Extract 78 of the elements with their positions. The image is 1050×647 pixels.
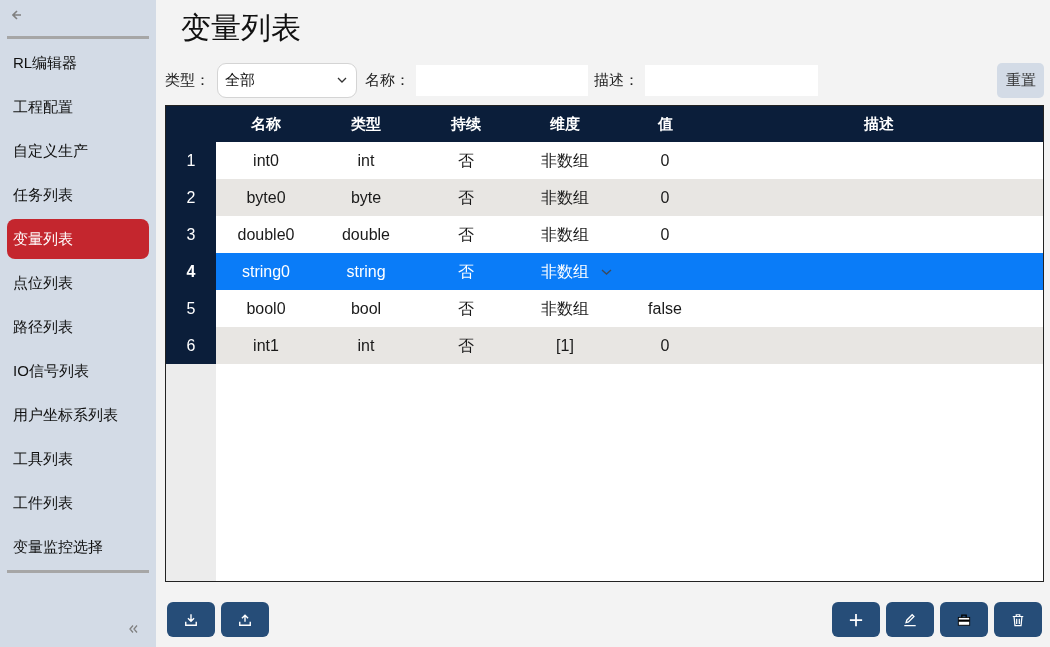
sidebar-item[interactable]: 工件列表 <box>7 483 149 523</box>
sidebar-item[interactable]: 自定义生产 <box>7 131 149 171</box>
collapse-icon[interactable] <box>129 625 138 633</box>
sidebar-item[interactable]: 变量列表 <box>7 219 149 259</box>
upload-icon <box>238 612 252 627</box>
table-cell-text: byte <box>350 187 382 208</box>
filter-label: 类型： <box>165 69 211 90</box>
column-header[interactable]: 值 <box>657 112 673 136</box>
sidebar-item[interactable]: 任务列表 <box>7 175 149 215</box>
import-button[interactable] <box>167 602 215 637</box>
select-value: 全部 <box>225 69 255 90</box>
table-cell-text: 0 <box>660 150 670 171</box>
table-row[interactable]: 2 byte0 byte 否 非数组 0 <box>166 179 1043 216</box>
column-header[interactable]: 类型 <box>351 112 381 136</box>
sidebar-item[interactable]: IO信号列表 <box>7 351 149 391</box>
add-button[interactable] <box>832 602 880 637</box>
sidebar-item[interactable]: RL编辑器 <box>7 43 149 83</box>
table-cell-text: 否 <box>457 187 474 208</box>
table-cell-text: 非数组 <box>541 261 589 282</box>
table-row[interactable]: 6 int1 int 否 [1] 0 <box>166 327 1043 364</box>
clear-button[interactable] <box>940 602 988 637</box>
table-cell-text: 0 <box>660 335 670 356</box>
table-cell-text: false <box>648 298 682 319</box>
table-cell-text: 否 <box>457 261 474 282</box>
table-cell-text: bool <box>350 298 382 319</box>
download-icon <box>184 612 198 627</box>
table-cell-text: int1 <box>253 335 279 356</box>
table-cell-text: 否 <box>457 298 474 319</box>
pencil-icon <box>903 612 917 627</box>
sidebar-item[interactable]: 点位列表 <box>7 263 149 303</box>
column-header[interactable]: 描述 <box>864 112 894 136</box>
delete-button[interactable] <box>994 602 1042 637</box>
sidebar-item[interactable]: 工程配置 <box>7 87 149 127</box>
row-number: 3 <box>186 224 196 245</box>
export-button[interactable] <box>221 602 269 637</box>
table-cell-text: int0 <box>253 150 279 171</box>
sidebar-item[interactable]: 路径列表 <box>7 307 149 347</box>
row-number: 2 <box>186 187 196 208</box>
table-cell-text: 0 <box>660 224 670 245</box>
sidebar-item[interactable]: 工具列表 <box>7 439 149 479</box>
row-number: 6 <box>186 335 196 356</box>
page-title: 变量列表 <box>181 10 301 46</box>
sidebar-item[interactable]: 变量监控选择 <box>7 527 149 567</box>
filter-label: 名称： <box>365 69 411 90</box>
table-cell-text: int <box>357 335 375 356</box>
edit-button[interactable] <box>886 602 934 637</box>
trash-icon <box>1011 612 1025 627</box>
table-cell-text: string0 <box>242 261 290 282</box>
chevron-down-icon <box>337 77 347 83</box>
table-cell-text: byte0 <box>246 187 286 208</box>
table-cell-text: 非数组 <box>541 187 589 208</box>
toolbox-icon <box>957 612 971 627</box>
table-cell-text: 否 <box>457 335 474 356</box>
plus-icon <box>849 612 863 627</box>
column-header[interactable]: 持续 <box>450 112 481 136</box>
filter-label: 描述： <box>594 69 640 90</box>
column-header[interactable]: 名称 <box>251 112 281 136</box>
table-cell-text: 0 <box>660 187 670 208</box>
table-cell-text: int <box>357 150 375 171</box>
reset-button[interactable]: 重置 <box>997 62 1044 98</box>
table-cell-text: 非数组 <box>541 298 589 319</box>
sidebar-item[interactable]: 用户坐标系列表 <box>7 395 149 435</box>
type-select[interactable]: 全部 <box>217 62 357 98</box>
table-cell-text: 非数组 <box>541 224 589 245</box>
table-cell-text: double0 <box>237 224 295 245</box>
table-cell-text: [1] <box>556 335 574 356</box>
row-number: 5 <box>186 298 196 319</box>
table-cell-text: string <box>346 261 386 282</box>
table-row[interactable]: 4 string0 string 否 非数组 <box>166 253 1043 290</box>
row-number: 4 <box>186 261 196 282</box>
row-number: 1 <box>186 150 196 171</box>
back-arrow-icon[interactable] <box>12 10 22 20</box>
table-cell-text: double <box>341 224 390 245</box>
table-cell-text: 非数组 <box>541 150 589 171</box>
table-cell-text: 否 <box>457 150 474 171</box>
column-header[interactable]: 维度 <box>550 112 580 136</box>
table-cell-text: 否 <box>457 224 474 245</box>
table-cell-text: bool0 <box>246 298 286 319</box>
